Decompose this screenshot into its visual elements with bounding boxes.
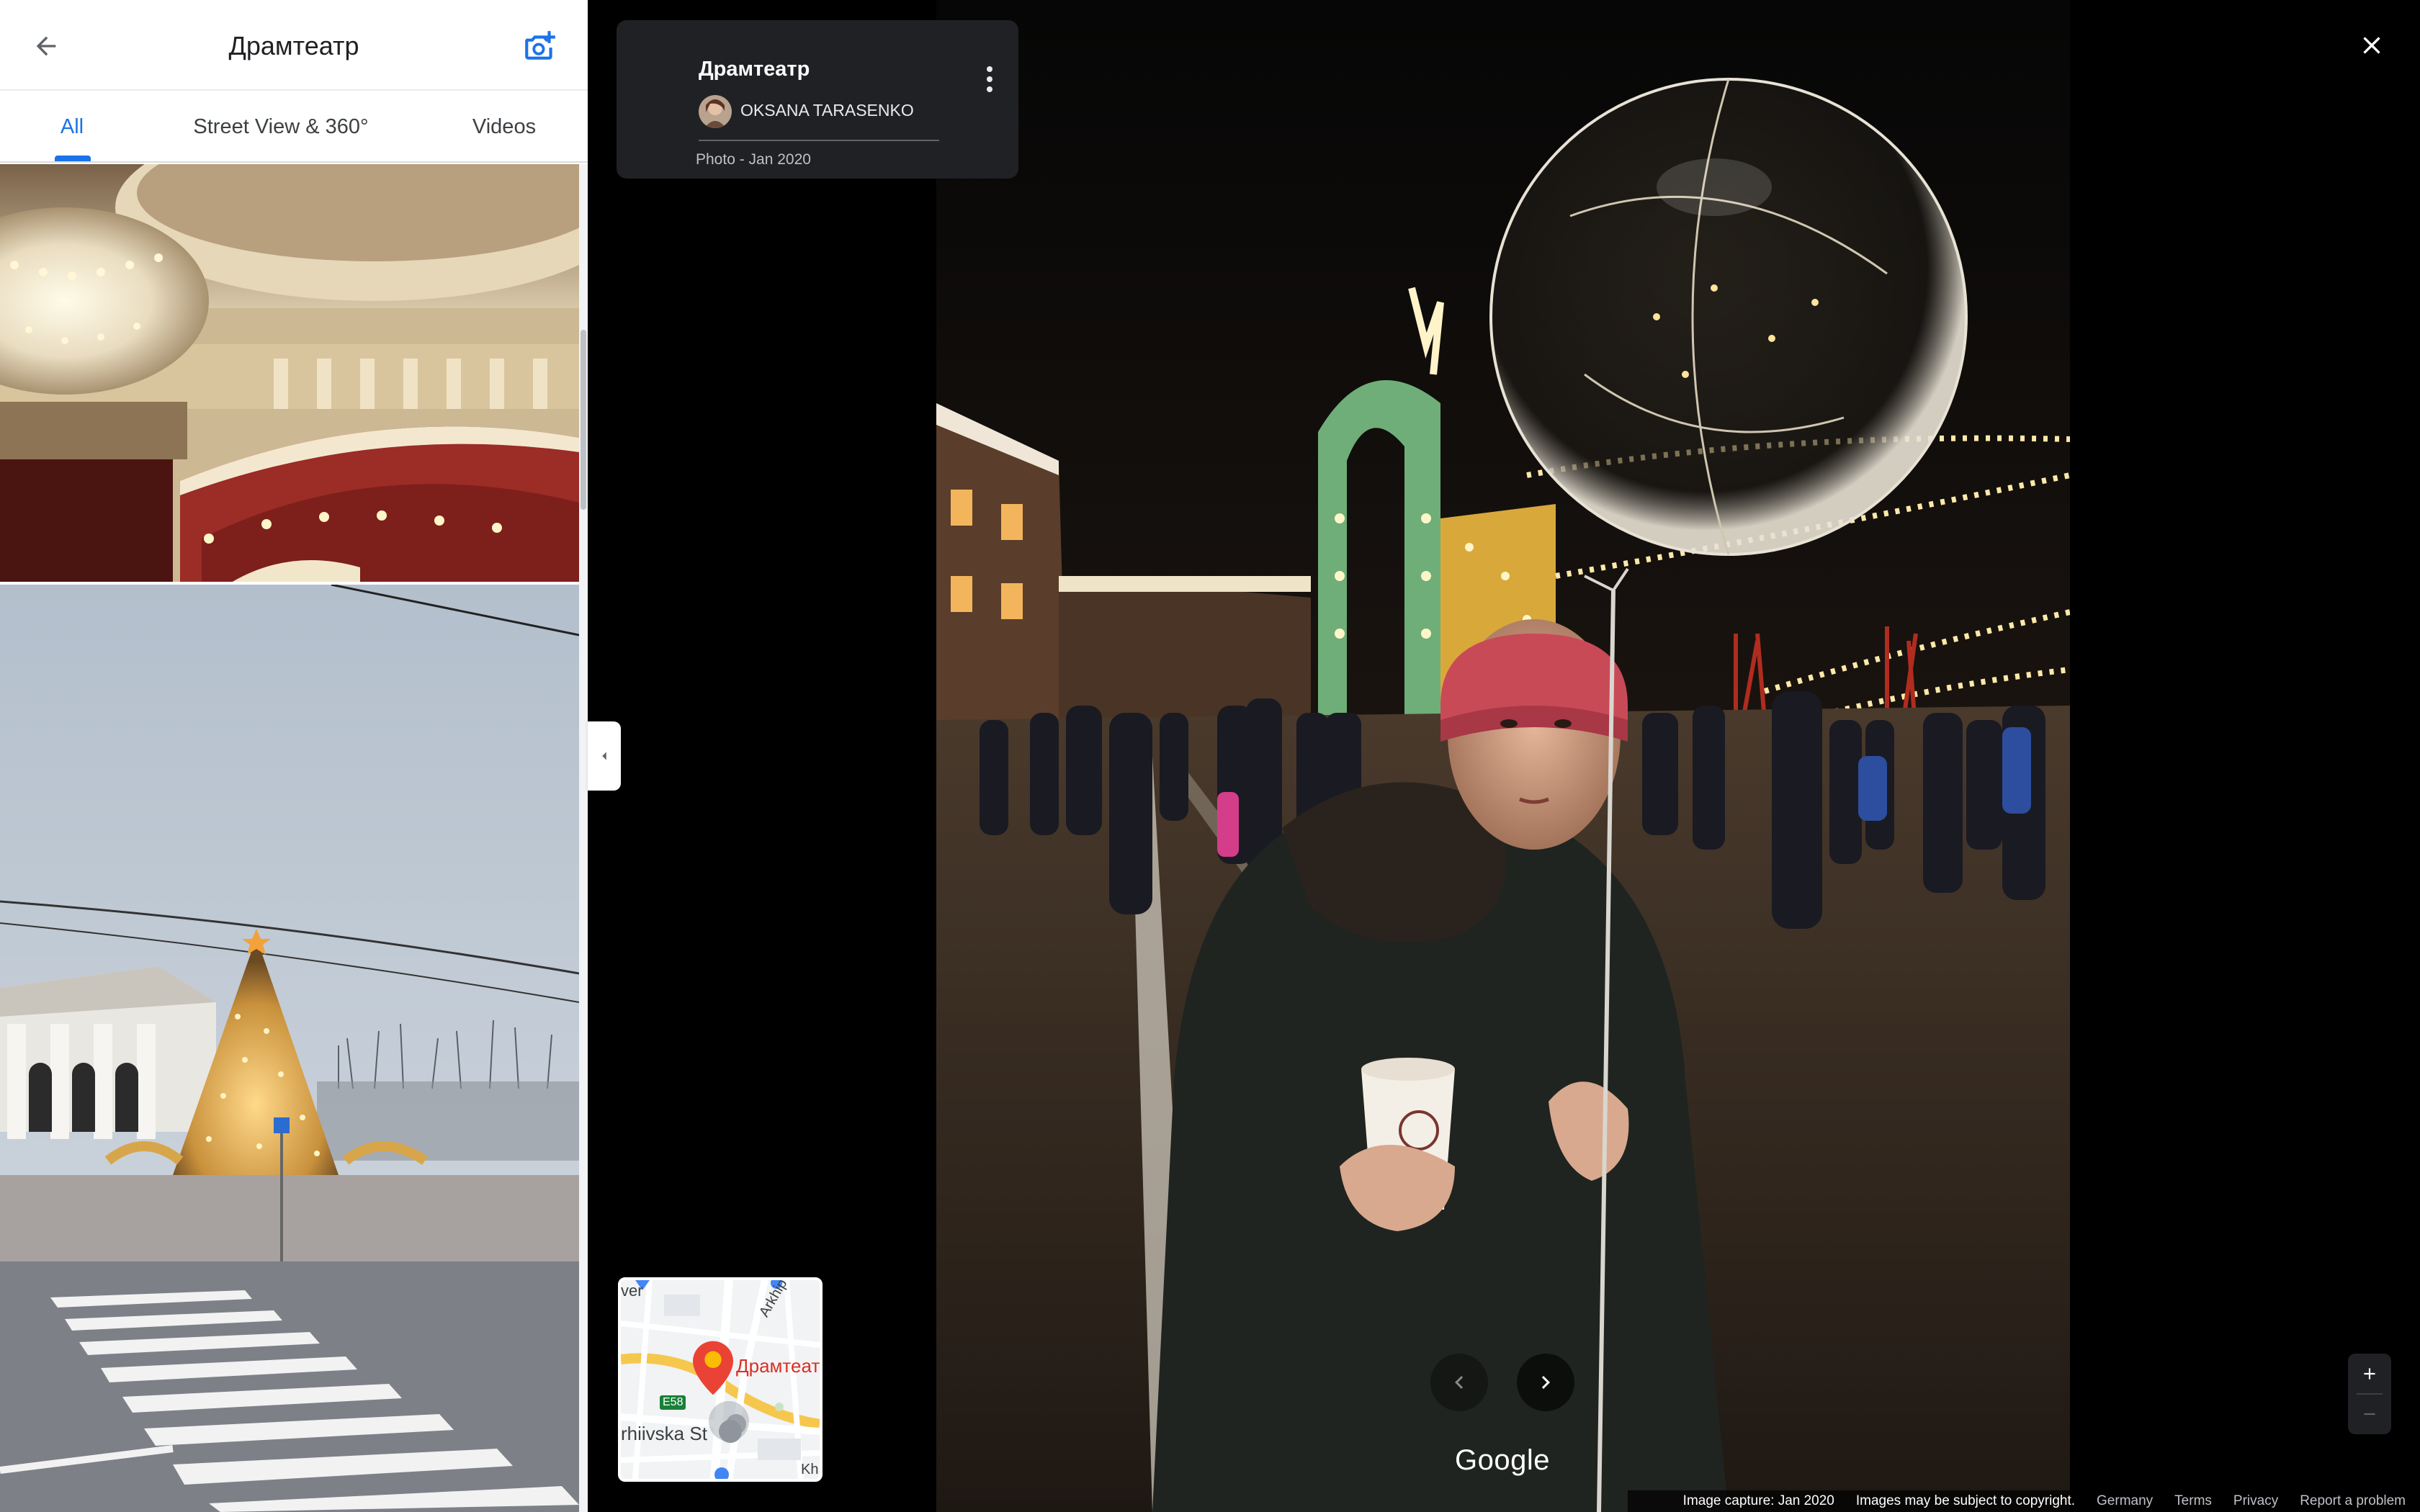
photo-info-card: Драмтеатр OKSANA TARASENKO Photo - Jan 2… — [617, 20, 1018, 179]
previous-photo-button[interactable] — [1430, 1354, 1488, 1411]
more-vertical-icon — [987, 66, 992, 92]
plus-icon — [2364, 1368, 2375, 1380]
map-label-bottom-right: Kh — [801, 1462, 819, 1477]
place-name[interactable]: Драмтеатр — [699, 58, 810, 81]
image-capture-date: Image capture: Jan 2020 — [1682, 1493, 1834, 1508]
footer-link-privacy[interactable]: Privacy — [2233, 1493, 2278, 1509]
viewer-footer: Image capture: Jan 2020 Images may be su… — [1628, 1490, 2420, 1512]
author-name[interactable]: OKSANA TARASENKO — [740, 101, 914, 120]
google-logo: Google — [1455, 1444, 1550, 1476]
zoom-in-button[interactable] — [2348, 1354, 2391, 1394]
map-label-road-badge: E58 — [660, 1395, 686, 1410]
avatar-image — [699, 95, 732, 128]
chevron-left-icon — [1455, 1376, 1464, 1389]
location-minimap[interactable]: ver Arkhip Ku Драмтеат E58 rhiivska St K… — [618, 1277, 823, 1482]
zoom-controls — [2348, 1354, 2391, 1434]
author-avatar[interactable] — [699, 95, 732, 128]
close-icon — [2363, 37, 2380, 54]
footer-link-terms[interactable]: Terms — [2174, 1493, 2212, 1509]
map-label-top-left: ver — [621, 1282, 643, 1300]
next-photo-button[interactable] — [1517, 1354, 1574, 1411]
more-options-button[interactable] — [974, 58, 1005, 101]
card-divider — [699, 140, 939, 141]
map-pin-icon — [693, 1341, 733, 1395]
close-viewer-button[interactable] — [2348, 22, 2396, 69]
main-photo[interactable] — [936, 0, 2070, 1512]
minus-icon — [2364, 1413, 2375, 1416]
chevron-right-icon — [1541, 1376, 1550, 1389]
footer-link-report[interactable]: Report a problem — [2300, 1493, 2406, 1509]
copyright-notice: Images may be subject to copyright. — [1855, 1493, 2076, 1508]
map-label-place: Драмтеат — [736, 1355, 820, 1377]
zoom-out-button[interactable] — [2348, 1394, 2391, 1434]
footer-link-country[interactable]: Germany — [2097, 1493, 2153, 1509]
photo-date: Photo - Jan 2020 — [696, 151, 811, 168]
map-label-street-bottom: rhiivska St — [621, 1423, 707, 1444]
night-square-photo — [936, 0, 2070, 1512]
